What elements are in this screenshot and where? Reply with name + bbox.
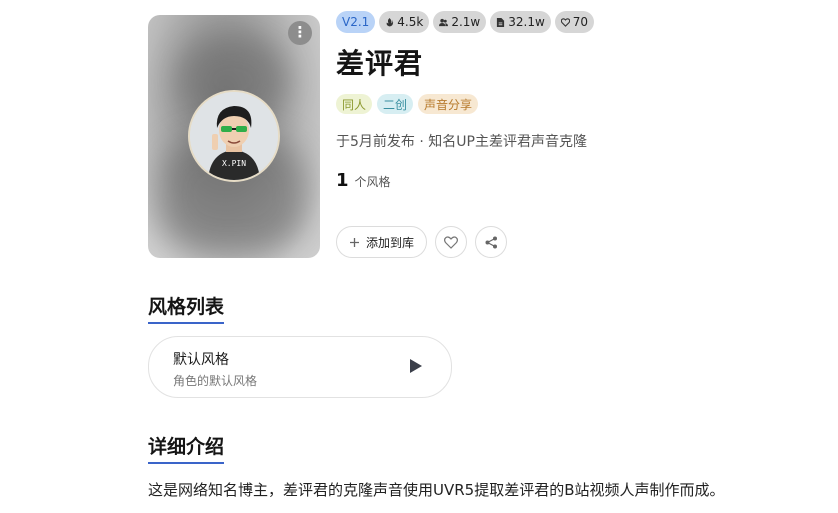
action-bar: 添加到库 (336, 226, 508, 258)
users-badge: 2.1w (433, 11, 487, 33)
heat-count: 4.5k (397, 15, 424, 29)
favorite-button[interactable] (435, 226, 468, 258)
heart-icon (560, 17, 570, 27)
share-icon (485, 236, 497, 248)
avatar: X.PIN (188, 90, 280, 182)
share-button[interactable] (475, 226, 508, 258)
document-icon (497, 17, 505, 27)
style-count: 1 个风格 (336, 170, 391, 191)
more-vertical-icon: ⋮ (292, 23, 308, 41)
tag-item[interactable]: 声音分享 (418, 94, 479, 114)
heat-badge: 4.5k (379, 11, 430, 33)
stats-badges: V2.1 4.5k 2.1w 32.1w 70 (336, 11, 595, 33)
tag-item[interactable]: 二创 (377, 94, 414, 114)
play-icon (410, 359, 422, 373)
style-desc: 角色的默认风格 (173, 374, 258, 388)
styles-section-title: 风格列表 (148, 292, 225, 324)
likes-badge: 70 (554, 11, 595, 33)
likes-count: 70 (572, 15, 589, 29)
heart-icon (444, 235, 458, 249)
intro-section-title: 详细介绍 (148, 432, 225, 464)
publish-meta: 于5月前发布 · 知名UP主差评君声音克隆 (336, 134, 587, 150)
add-to-library-label: 添加到库 (366, 235, 415, 250)
tag-item[interactable]: 同人 (336, 94, 373, 114)
more-options-button[interactable]: ⋮ (288, 21, 312, 45)
plus-icon (350, 237, 359, 247)
tag-list: 同人 二创 声音分享 (336, 94, 479, 114)
users-icon (439, 18, 449, 26)
style-card-default[interactable]: 默认风格 角色的默认风格 (148, 336, 452, 398)
usage-count: 32.1w (508, 15, 545, 29)
style-count-number: 1 (336, 170, 349, 191)
usage-badge: 32.1w (490, 11, 551, 33)
version-label: V2.1 (342, 15, 370, 29)
style-count-unit: 个风格 (354, 175, 391, 189)
intro-text: 这是网络知名博主，差评君的克隆声音使用UVR5提取差评君的B站视频人声制作而成。 (148, 481, 725, 499)
avatar-illustration: X.PIN (190, 92, 278, 180)
play-button[interactable] (409, 358, 423, 378)
add-to-library-button[interactable]: 添加到库 (336, 226, 428, 258)
avatar-shirt-text: X.PIN (222, 159, 246, 168)
style-name: 默认风格 (173, 352, 229, 368)
page-title: 差评君 (336, 47, 424, 80)
fire-icon (386, 17, 394, 26)
version-badge: V2.1 (336, 11, 376, 33)
users-count: 2.1w (451, 15, 481, 29)
